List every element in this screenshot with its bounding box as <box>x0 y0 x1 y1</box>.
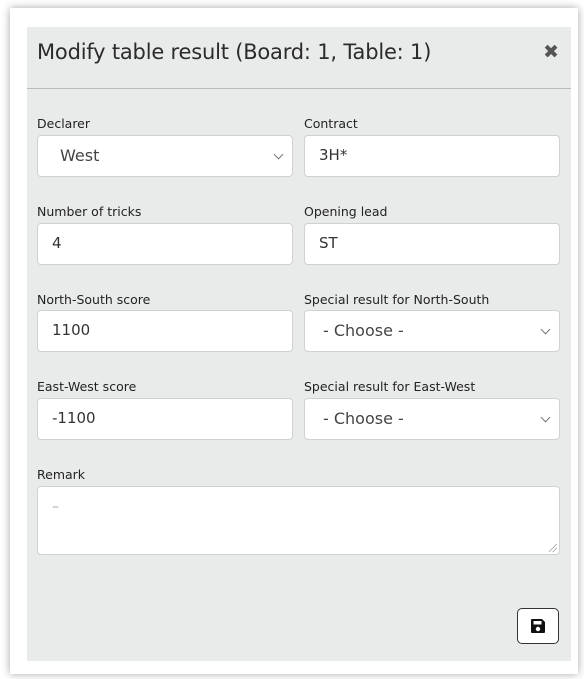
save-button[interactable] <box>517 608 559 644</box>
tricks-label: Number of tricks <box>37 204 142 219</box>
chevron-down-icon <box>273 149 284 160</box>
ns-score-input[interactable]: 1100 <box>37 310 293 352</box>
modify-result-dialog: Modify table result (Board: 1, Table: 1)… <box>27 27 571 661</box>
close-icon: ✖ <box>543 41 559 63</box>
contract-label: Contract <box>304 116 358 131</box>
contract-value: 3H* <box>319 146 348 164</box>
ew-score-label: East-West score <box>37 379 137 394</box>
opening-lead-label: Opening lead <box>304 204 388 219</box>
declarer-value: West <box>60 146 100 165</box>
ew-score-input[interactable]: -1100 <box>37 398 293 440</box>
floppy-disk-icon <box>531 619 545 633</box>
ns-score-value: 1100 <box>52 321 91 339</box>
ew-score-value: -1100 <box>52 409 96 427</box>
dialog-title: Modify table result (Board: 1, Table: 1) <box>37 40 432 64</box>
close-button[interactable]: ✖ <box>543 41 559 63</box>
ew-special-label: Special result for East-West <box>304 379 476 394</box>
ns-special-label: Special result for North-South <box>304 292 490 307</box>
tricks-input[interactable]: 4 <box>37 223 293 265</box>
ns-special-value: - Choose - <box>323 321 404 340</box>
dialog-header: Modify table result (Board: 1, Table: 1)… <box>27 27 571 89</box>
ew-special-select[interactable]: - Choose - <box>304 398 560 440</box>
remark-label: Remark <box>37 467 86 482</box>
opening-lead-input[interactable]: ST <box>304 223 560 265</box>
resize-handle[interactable] <box>549 544 557 552</box>
declarer-label: Declarer <box>37 116 91 131</box>
ns-special-select[interactable]: - Choose - <box>304 310 560 352</box>
remark-textarea[interactable]: – <box>37 486 560 555</box>
opening-lead-value: ST <box>319 234 338 252</box>
declarer-select[interactable]: West <box>37 135 293 177</box>
tricks-value: 4 <box>52 234 62 252</box>
ns-score-label: North-South score <box>37 292 151 307</box>
remark-placeholder: – <box>52 499 59 515</box>
chevron-down-icon <box>540 412 551 423</box>
contract-input[interactable]: 3H* <box>304 135 560 177</box>
ew-special-value: - Choose - <box>323 409 404 428</box>
chevron-down-icon <box>540 324 551 335</box>
